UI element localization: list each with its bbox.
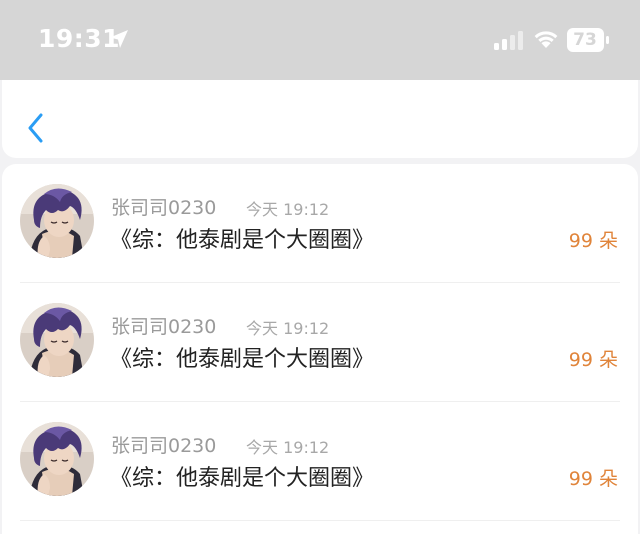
location-arrow-icon bbox=[110, 30, 128, 48]
avatar[interactable] bbox=[20, 184, 94, 258]
list-item[interactable]: 张司司0230 今天 19:12 《综：他泰剧是个大圈圈》 99 朵 bbox=[2, 402, 638, 521]
divider bbox=[20, 520, 620, 521]
reward-amount: 99 朵 bbox=[568, 468, 618, 490]
back-button[interactable] bbox=[24, 110, 48, 146]
timestamp: 今天 19:12 bbox=[246, 319, 330, 338]
username: 张司司0230 bbox=[111, 435, 217, 457]
list-item[interactable]: 张司司0230 今天 19:12 《综：他泰剧是个大圈圈》 99 朵 bbox=[2, 164, 638, 283]
status-bar: 19:31 73 bbox=[0, 0, 640, 80]
record-list: 张司司0230 今天 19:12 《综：他泰剧是个大圈圈》 99 朵 张司司02… bbox=[2, 164, 638, 534]
signal-icon bbox=[494, 31, 523, 50]
list-item[interactable]: 张司司0230 今天 19:12 《综：他泰剧是个大圈圈》 99 朵 bbox=[2, 283, 638, 402]
nav-bar bbox=[2, 80, 638, 158]
wifi-icon bbox=[534, 31, 558, 48]
username: 张司司0230 bbox=[111, 197, 217, 219]
chevron-left-icon bbox=[28, 113, 43, 143]
reward-amount: 99 朵 bbox=[568, 349, 618, 371]
book-title: 《综：他泰剧是个大圈圈》 bbox=[110, 466, 375, 491]
avatar[interactable] bbox=[20, 303, 94, 377]
reward-amount: 99 朵 bbox=[568, 230, 618, 252]
avatar[interactable] bbox=[20, 422, 94, 496]
timestamp: 今天 19:12 bbox=[246, 438, 330, 457]
book-title: 《综：他泰剧是个大圈圈》 bbox=[110, 228, 375, 253]
battery-level: 73 bbox=[573, 30, 597, 50]
book-title: 《综：他泰剧是个大圈圈》 bbox=[110, 347, 375, 372]
username: 张司司0230 bbox=[111, 316, 217, 338]
timestamp: 今天 19:12 bbox=[246, 200, 330, 219]
